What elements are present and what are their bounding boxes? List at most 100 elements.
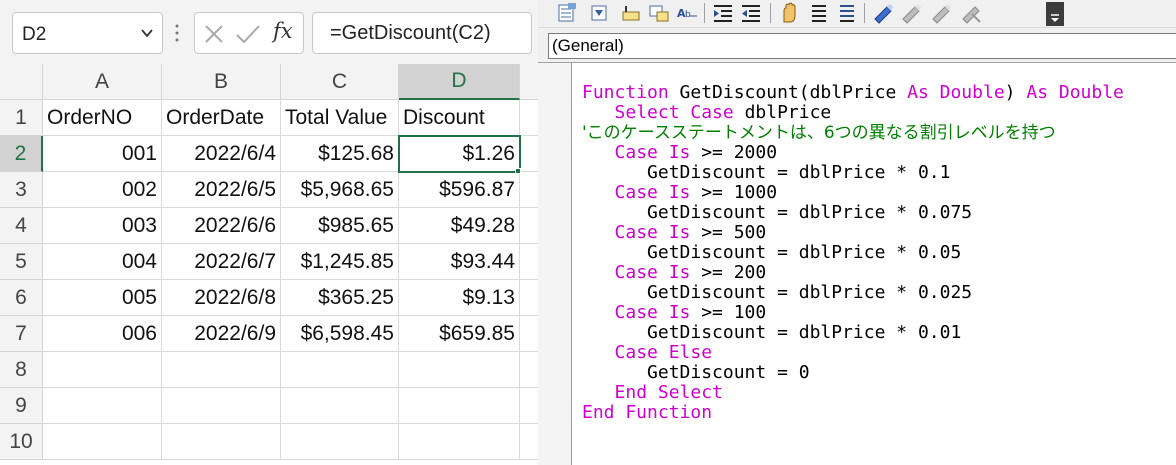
procedure-dropdown[interactable]: (General) <box>548 33 1176 59</box>
row-header-4[interactable]: 4 <box>0 208 43 244</box>
outdent-icon[interactable] <box>740 2 762 24</box>
cell-blank[interactable] <box>520 388 538 424</box>
code-line[interactable]: GetDiscount = dblPrice * 0.05 <box>582 243 1124 263</box>
cell-a8[interactable] <box>43 352 162 388</box>
cell-a5[interactable]: 004 <box>43 244 162 280</box>
code-line[interactable]: Case Is >= 1000 <box>582 183 1124 203</box>
name-box[interactable]: D2 <box>12 12 163 54</box>
cell-c3[interactable]: $5,968.65 <box>281 172 399 208</box>
cell-a2[interactable]: 001 <box>43 136 162 172</box>
cell-d9[interactable] <box>399 388 520 424</box>
code-line[interactable]: Case Is >= 2000 <box>582 143 1124 163</box>
cell-b4[interactable]: 2022/6/6 <box>162 208 281 244</box>
cell-c7[interactable]: $6,598.45 <box>281 316 399 352</box>
toggle-bookmark-icon[interactable] <box>872 2 894 24</box>
code-line[interactable]: GetDiscount = dblPrice * 0.025 <box>582 283 1124 303</box>
comment-block-icon[interactable] <box>808 2 830 24</box>
cell-c9[interactable] <box>281 388 399 424</box>
column-header-a[interactable]: A <box>43 64 162 100</box>
cell-a6[interactable]: 005 <box>43 280 162 316</box>
cell-d1[interactable]: Discount <box>399 100 520 136</box>
row-header-2[interactable]: 2 <box>0 136 43 172</box>
cell-a4[interactable]: 003 <box>43 208 162 244</box>
code-line[interactable]: GetDiscount = dblPrice * 0.01 <box>582 323 1124 343</box>
row-header-3[interactable]: 3 <box>0 172 43 208</box>
uncomment-block-icon[interactable] <box>836 2 858 24</box>
cell-blank[interactable] <box>520 280 538 316</box>
cell-a1[interactable]: OrderNO <box>43 100 162 136</box>
cell-a3[interactable]: 002 <box>43 172 162 208</box>
cell-a9[interactable] <box>43 388 162 424</box>
column-header-d[interactable]: D <box>399 64 520 100</box>
cell-a10[interactable] <box>43 424 162 460</box>
cell-b5[interactable]: 2022/6/7 <box>162 244 281 280</box>
cell-c5[interactable]: $1,245.85 <box>281 244 399 280</box>
cell-b10[interactable] <box>162 424 281 460</box>
row-header-8[interactable]: 8 <box>0 352 43 388</box>
cell-b3[interactable]: 2022/6/5 <box>162 172 281 208</box>
cancel-icon[interactable] <box>203 23 225 45</box>
cell-blank[interactable] <box>520 100 538 136</box>
code-line[interactable]: GetDiscount = 0 <box>582 363 1124 383</box>
code-line[interactable]: Select Case dblPrice <box>582 103 1124 123</box>
toolbar-options-icon[interactable] <box>1046 2 1064 26</box>
cell-blank[interactable] <box>520 208 538 244</box>
cell-blank[interactable] <box>520 316 538 352</box>
row-header-5[interactable]: 5 <box>0 244 43 280</box>
code-line[interactable]: End Function <box>582 403 1124 423</box>
cell-b8[interactable] <box>162 352 281 388</box>
code-line[interactable]: Case Is >= 100 <box>582 303 1124 323</box>
fill-handle[interactable] <box>515 168 521 174</box>
code-line[interactable]: Function GetDiscount(dblPrice As Double)… <box>582 83 1124 103</box>
cell-blank[interactable] <box>520 424 538 460</box>
cell-d10[interactable] <box>399 424 520 460</box>
cell-b7[interactable]: 2022/6/9 <box>162 316 281 352</box>
code-window[interactable]: Function GetDiscount(dblPrice As Double)… <box>538 62 1176 465</box>
cell-c4[interactable]: $985.65 <box>281 208 399 244</box>
previous-bookmark-icon[interactable] <box>930 2 952 24</box>
row-header-7[interactable]: 7 <box>0 316 43 352</box>
cell-d4[interactable]: $49.28 <box>399 208 520 244</box>
column-header-b[interactable]: B <box>162 64 281 100</box>
cell-b1[interactable]: OrderDate <box>162 100 281 136</box>
cell-d5[interactable]: $93.44 <box>399 244 520 280</box>
cell-c8[interactable] <box>281 352 399 388</box>
cell-b9[interactable] <box>162 388 281 424</box>
indent-icon[interactable] <box>712 2 734 24</box>
margin-indicator-bar[interactable] <box>538 63 572 465</box>
cell-d2[interactable]: $1.26 <box>399 136 520 172</box>
cell-blank[interactable] <box>520 244 538 280</box>
insert-function-icon[interactable]: fx <box>273 19 293 43</box>
formula-input[interactable]: =GetDiscount(C2) <box>312 12 532 54</box>
code-line[interactable]: GetDiscount = dblPrice * 0.075 <box>582 203 1124 223</box>
code-line[interactable]: Case Else <box>582 343 1124 363</box>
quick-info-icon[interactable] <box>620 2 642 24</box>
list-constants-icon[interactable] <box>588 2 610 24</box>
clear-bookmarks-icon[interactable] <box>960 2 982 24</box>
complete-word-icon[interactable]: Ab <box>676 2 698 24</box>
row-header-10[interactable]: 10 <box>0 424 43 460</box>
checkmark-icon[interactable] <box>235 23 261 45</box>
cell-blank[interactable] <box>520 136 538 172</box>
cell-b6[interactable]: 2022/6/8 <box>162 280 281 316</box>
code-line[interactable]: 'このケースステートメントは、6つの異なる割引レベルを持つ <box>582 123 1124 143</box>
row-header-6[interactable]: 6 <box>0 280 43 316</box>
cell-a7[interactable]: 006 <box>43 316 162 352</box>
column-header-c[interactable]: C <box>281 64 399 100</box>
cell-d7[interactable]: $659.85 <box>399 316 520 352</box>
cell-blank[interactable] <box>520 352 538 388</box>
cell-c10[interactable] <box>281 424 399 460</box>
row-header-9[interactable]: 9 <box>0 388 43 424</box>
code-line[interactable]: Case Is >= 500 <box>582 223 1124 243</box>
parameter-info-icon[interactable] <box>648 2 670 24</box>
next-bookmark-icon[interactable] <box>900 2 922 24</box>
cell-d8[interactable] <box>399 352 520 388</box>
cell-d6[interactable]: $9.13 <box>399 280 520 316</box>
toggle-breakpoint-icon[interactable] <box>778 2 800 24</box>
cell-c6[interactable]: $365.25 <box>281 280 399 316</box>
cell-d3[interactable]: $596.87 <box>399 172 520 208</box>
code-line[interactable]: End Select <box>582 383 1124 403</box>
cell-blank[interactable] <box>520 172 538 208</box>
cell-c2[interactable]: $125.68 <box>281 136 399 172</box>
row-header-1[interactable]: 1 <box>0 100 43 136</box>
